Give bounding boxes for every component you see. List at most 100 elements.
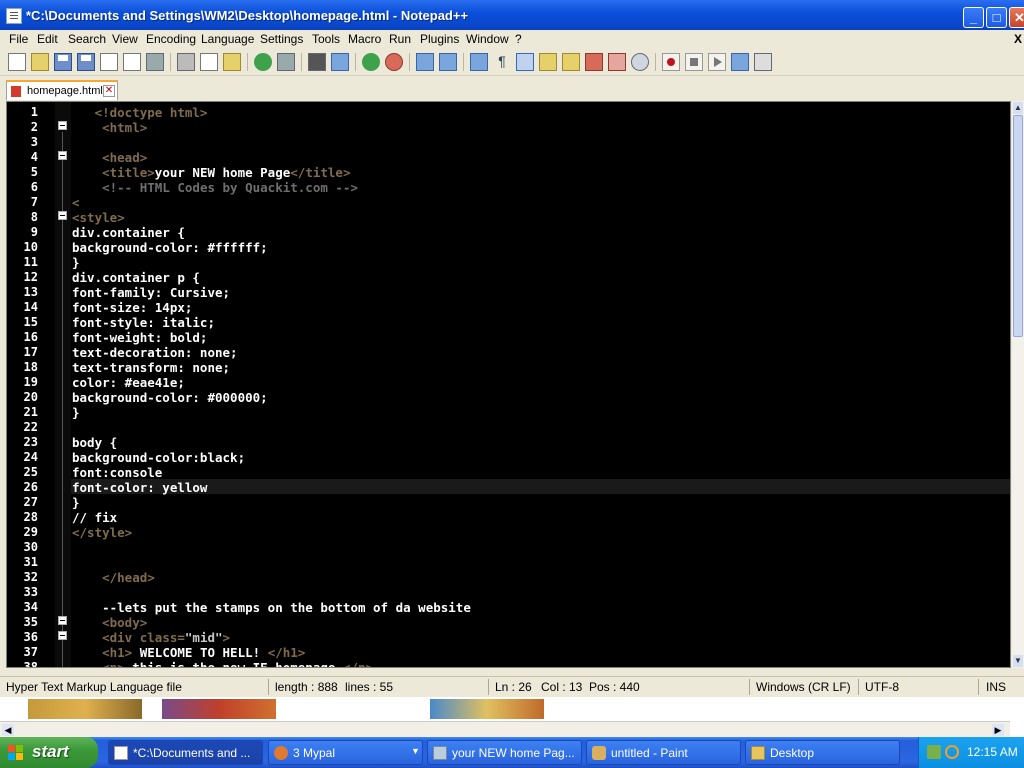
tab-homepage[interactable]: homepage.html ✕ [6,80,118,100]
find-icon[interactable] [308,53,326,71]
menu-macro[interactable]: Macro [348,32,381,46]
code-line[interactable]: div.container p { [72,270,200,285]
code-line[interactable]: <!-- HTML Codes by Quackit.com --> [72,180,358,195]
close-all-icon[interactable] [123,53,141,71]
notepad-app-icon[interactable] [6,8,22,24]
code-line[interactable]: text-transform: none; [72,360,230,375]
stop-record-icon[interactable] [685,53,703,71]
network-icon[interactable] [927,745,941,759]
code-line[interactable]: text-decoration: none; [72,345,238,360]
code-line[interactable]: background-color:black; [72,450,245,465]
open-file-icon[interactable] [31,53,49,71]
code-line[interactable]: font-color: yellow [72,480,207,495]
fold-body-icon[interactable] [58,616,67,625]
task-mypal[interactable]: 3 Mypal ▼ [268,740,423,765]
horizontal-scrollbar[interactable]: ◀ ▶ [0,721,1010,738]
menu-help[interactable]: ? [515,32,522,46]
code-line[interactable]: } [72,405,80,420]
scroll-thumb[interactable] [1013,115,1023,337]
code-line[interactable]: } [72,255,80,270]
fold-html-icon[interactable] [58,121,67,130]
title-bar[interactable]: *C:\Documents and Settings\WM2\Desktop\h… [0,0,1024,32]
menu-window[interactable]: Window [466,32,509,46]
menu-view[interactable]: View [112,32,138,46]
code-line[interactable]: // fix [72,510,117,525]
menu-language[interactable]: Language [201,32,254,46]
fold-div-icon[interactable] [58,631,67,640]
show-all-chars-icon[interactable]: ¶ [493,53,511,71]
replace-icon[interactable] [331,53,349,71]
code-line[interactable]: font-style: italic; [72,315,215,330]
task-desktop[interactable]: Desktop [745,740,900,765]
scroll-down-icon[interactable]: ▼ [1013,655,1023,667]
code-line[interactable]: --lets put the stamps on the bottom of d… [72,600,471,615]
word-wrap-icon[interactable] [470,53,488,71]
code-line[interactable]: <html> [72,120,147,135]
code-line[interactable]: <p> this is the new IE homepage </p> [72,660,373,667]
save-icon[interactable] [54,53,72,71]
sync-horizontal-icon[interactable] [439,53,457,71]
code-line[interactable]: font-size: 14px; [72,300,192,315]
print-icon[interactable] [146,53,164,71]
menu-plugins[interactable]: Plugins [420,32,459,46]
menu-settings[interactable]: Settings [260,32,303,46]
code-line[interactable]: </head> [72,570,155,585]
playback-macro-icon[interactable] [708,53,726,71]
fold-head-icon[interactable] [58,151,67,160]
zoom-in-icon[interactable] [362,53,380,71]
task-browser[interactable]: your NEW home Pag... [427,740,582,765]
code-line[interactable]: < [72,195,80,210]
menu-file[interactable]: File [9,32,28,46]
copy-icon[interactable] [200,53,218,71]
redo-icon[interactable] [277,53,295,71]
document-map-icon[interactable] [562,53,580,71]
cut-icon[interactable] [177,53,195,71]
monitoring-icon[interactable] [631,53,649,71]
close-file-icon[interactable] [100,53,118,71]
code-line[interactable]: } [72,495,80,510]
folder-workspace-icon[interactable] [608,53,626,71]
zoom-out-icon[interactable] [385,53,403,71]
task-notepad[interactable]: *C:\Documents and ... [108,740,263,765]
indent-guide-icon[interactable] [516,53,534,71]
scroll-left-icon[interactable]: ◀ [2,724,14,736]
new-file-icon[interactable] [8,53,26,71]
start-button[interactable]: start [0,737,98,768]
code-line[interactable]: font:console [72,465,162,480]
scroll-up-icon[interactable]: ▲ [1013,102,1023,114]
code-line[interactable]: <title>your NEW home Page</title> [72,165,350,180]
search-icon[interactable] [945,745,959,759]
close-button[interactable]: ✕ [1009,7,1024,28]
menu-encoding[interactable]: Encoding [146,32,196,46]
save-all-icon[interactable] [77,53,95,71]
group-dropdown-icon[interactable]: ▼ [411,746,420,756]
code-line[interactable]: <div class="mid"> [72,630,230,645]
code-line[interactable]: <body> [72,615,147,630]
vertical-scrollbar[interactable]: ▲ ▼ [1012,101,1024,668]
menu-edit[interactable]: Edit [37,32,58,46]
menu-tools[interactable]: Tools [312,32,340,46]
sync-vertical-icon[interactable] [416,53,434,71]
save-macro-icon[interactable] [754,53,772,71]
code-line[interactable]: font-family: Cursive; [72,285,230,300]
code-line[interactable]: <!doctype html> [72,105,208,120]
code-line[interactable]: </style> [72,525,132,540]
paste-icon[interactable] [223,53,241,71]
undo-icon[interactable] [254,53,272,71]
run-macro-multiple-icon[interactable] [731,53,749,71]
menu-search[interactable]: Search [68,32,106,46]
minimize-button[interactable]: _ [963,7,984,28]
code-editor[interactable]: 1 <!doctype html> 2 <html> 3 4 <head> 5 <tit… [6,101,1011,668]
record-macro-icon[interactable] [662,53,680,71]
code-line[interactable]: <h1> WELCOME TO HELL! </h1> [72,645,305,660]
define-language-icon[interactable] [539,53,557,71]
code-line[interactable]: font-weight: bold; [72,330,207,345]
code-line[interactable]: background-color: #000000; [72,390,268,405]
fold-style-icon[interactable] [58,211,67,220]
scroll-right-icon[interactable]: ▶ [992,724,1004,736]
code-line[interactable]: <style> [72,210,125,225]
menu-run[interactable]: Run [389,32,411,46]
task-paint[interactable]: untitled - Paint [586,740,741,765]
code-line[interactable]: background-color: #ffffff; [72,240,268,255]
maximize-button[interactable]: □ [986,7,1007,28]
